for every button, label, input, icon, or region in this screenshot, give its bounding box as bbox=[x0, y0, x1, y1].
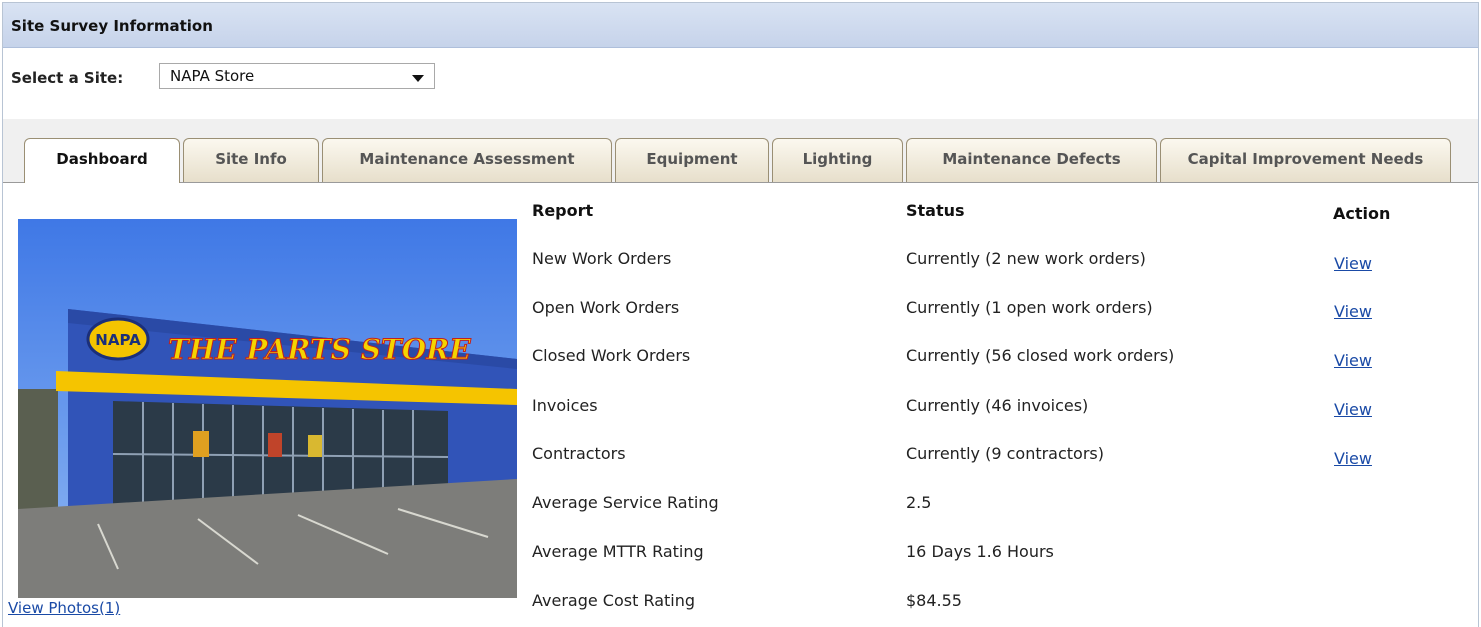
report-name: Contractors bbox=[532, 444, 626, 463]
panel-title: Site Survey Information bbox=[11, 17, 213, 35]
site-survey-panel: Site Survey Information Select a Site: N… bbox=[2, 2, 1479, 627]
site-photo[interactable]: NAPA THE PARTS STORE bbox=[18, 219, 517, 598]
view-contractors-link[interactable]: View bbox=[1334, 449, 1372, 468]
store-sign-text: THE PARTS STORE bbox=[168, 333, 471, 366]
report-column-header: Report bbox=[532, 201, 594, 220]
report-status: Currently (2 new work orders) bbox=[906, 249, 1146, 268]
tab-lighting[interactable]: Lighting bbox=[772, 138, 903, 182]
report-status: 16 Days 1.6 Hours bbox=[906, 542, 1054, 561]
tab-site-info[interactable]: Site Info bbox=[183, 138, 319, 182]
site-select-value: NAPA Store bbox=[170, 67, 255, 85]
report-name: Average MTTR Rating bbox=[532, 542, 704, 561]
report-name: New Work Orders bbox=[532, 249, 672, 268]
site-select-dropdown[interactable]: NAPA Store bbox=[159, 63, 435, 89]
report-status: Currently (9 contractors) bbox=[906, 444, 1104, 463]
panel-header: Site Survey Information bbox=[3, 3, 1478, 48]
view-closed-work-orders-link[interactable]: View bbox=[1334, 351, 1372, 370]
report-name: Closed Work Orders bbox=[532, 346, 691, 365]
report-status: 2.5 bbox=[906, 493, 932, 512]
tab-maintenance-assessment[interactable]: Maintenance Assessment bbox=[322, 138, 612, 182]
report-status: $84.55 bbox=[906, 591, 962, 610]
report-name: Average Cost Rating bbox=[532, 591, 696, 610]
napa-logo-text: NAPA bbox=[95, 331, 141, 349]
report-name: Average Service Rating bbox=[532, 493, 719, 512]
report-status: Currently (56 closed work orders) bbox=[906, 346, 1175, 365]
tab-dashboard[interactable]: Dashboard bbox=[24, 138, 180, 183]
view-open-work-orders-link[interactable]: View bbox=[1334, 302, 1372, 321]
action-column-header: Action bbox=[1333, 204, 1391, 223]
view-photos-link[interactable]: View Photos(1) bbox=[8, 599, 120, 617]
status-column-header: Status bbox=[906, 201, 965, 220]
tab-capital-improvement-needs[interactable]: Capital Improvement Needs bbox=[1160, 138, 1451, 182]
report-status: Currently (46 invoices) bbox=[906, 396, 1089, 415]
report-status: Currently (1 open work orders) bbox=[906, 298, 1153, 317]
report-name: Open Work Orders bbox=[532, 298, 680, 317]
tab-bar: Dashboard Site Info Maintenance Assessme… bbox=[3, 119, 1478, 183]
tab-maintenance-defects[interactable]: Maintenance Defects bbox=[906, 138, 1157, 182]
site-select-label: Select a Site: bbox=[11, 69, 124, 87]
dropdown-arrow-icon[interactable] bbox=[412, 75, 424, 82]
report-name: Invoices bbox=[532, 396, 598, 415]
tab-equipment[interactable]: Equipment bbox=[615, 138, 769, 182]
view-new-work-orders-link[interactable]: View bbox=[1334, 254, 1372, 273]
view-invoices-link[interactable]: View bbox=[1334, 400, 1372, 419]
